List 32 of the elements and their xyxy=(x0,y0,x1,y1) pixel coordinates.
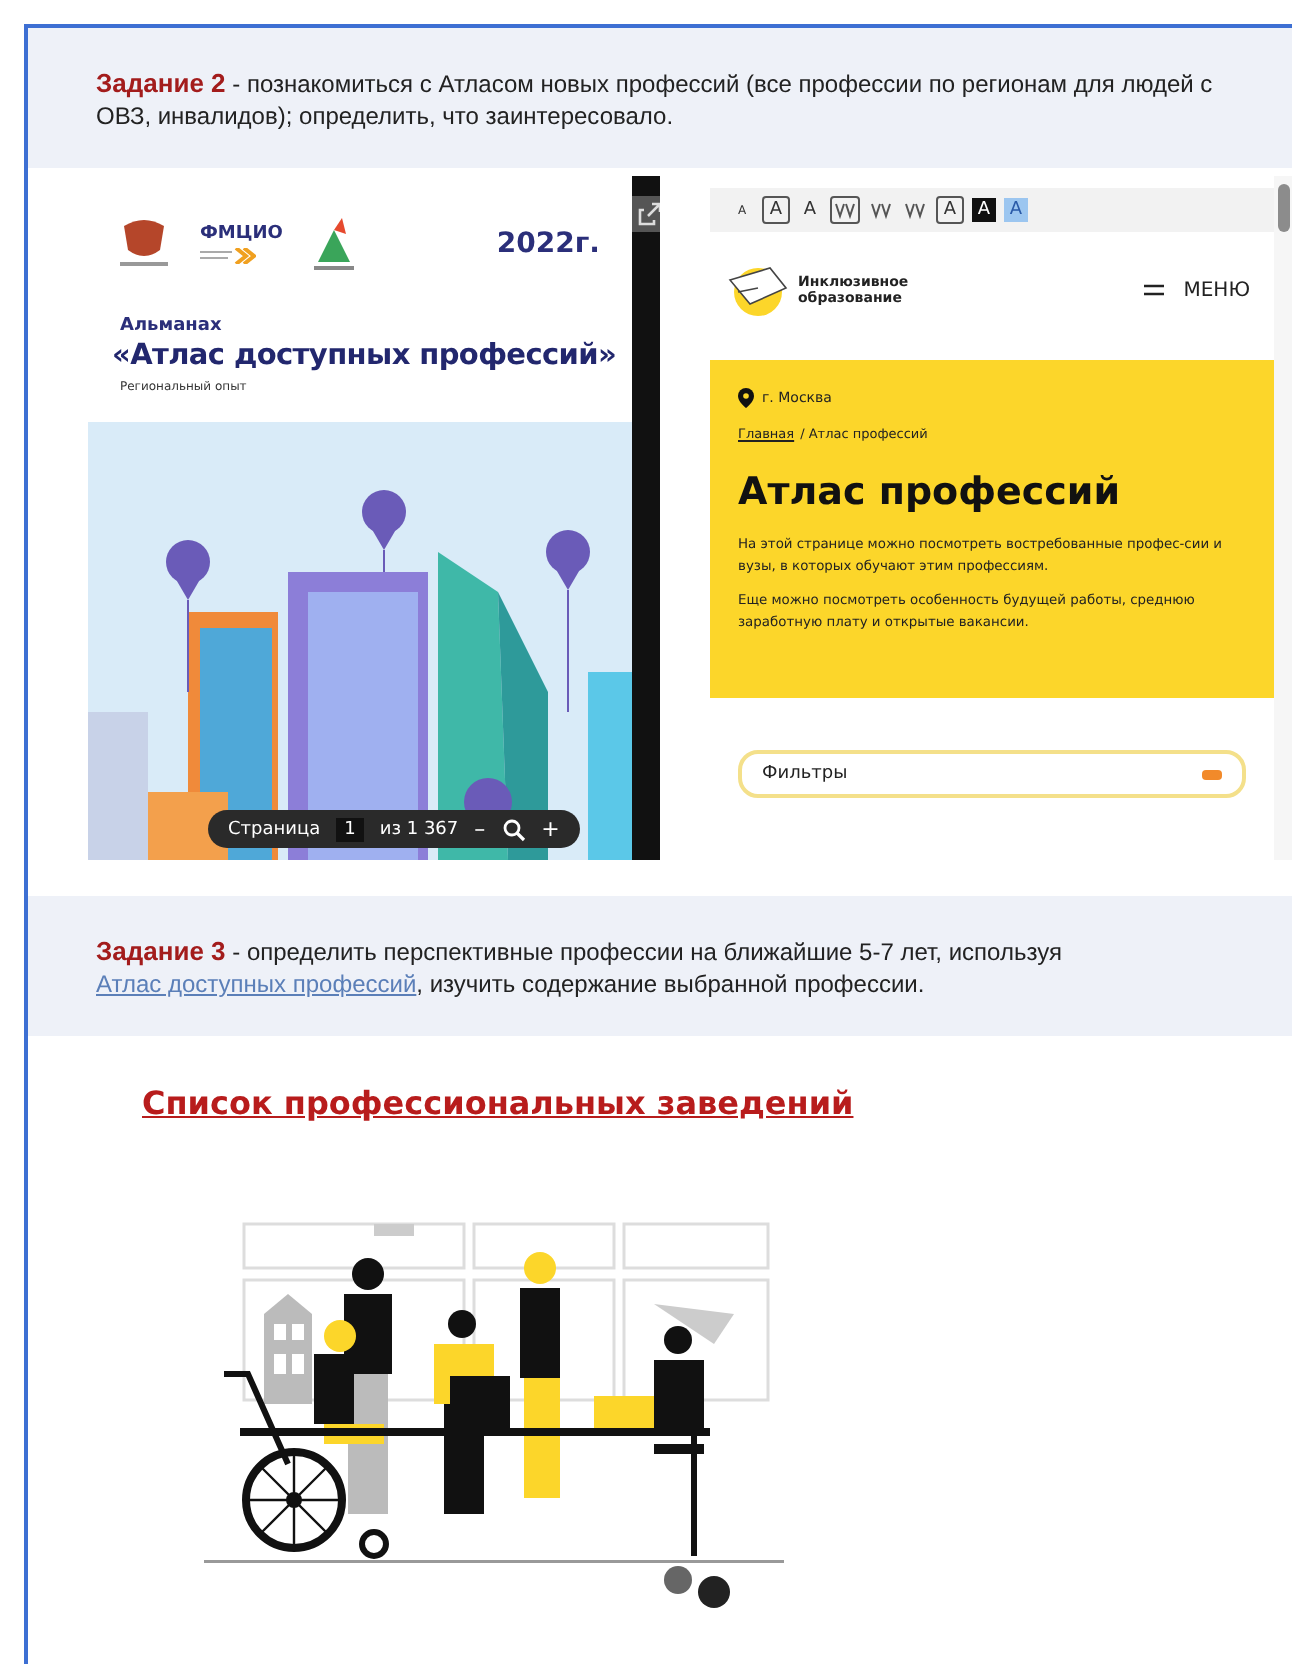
page-title: Атлас профессий xyxy=(738,470,1123,514)
font-size-button[interactable]: A xyxy=(936,196,964,224)
menu-button[interactable]: МЕНЮ xyxy=(1143,279,1250,301)
page-label: Страница xyxy=(228,819,321,839)
menu-icon xyxy=(1143,282,1164,298)
zoom-out-button[interactable]: – xyxy=(474,816,486,842)
task-text: Задание 3 - определить перспективные профессии на ближайшие 5-7 лет, используя Атлас доступных профессий, изучить содержание выбранной профессии. xyxy=(96,936,1064,1000)
chevron-logo-icon xyxy=(200,248,256,264)
font-size-button[interactable]: A xyxy=(762,196,790,224)
scrollbar-thumb[interactable] xyxy=(1277,184,1289,232)
emblem-icon xyxy=(116,218,172,270)
font-size-button[interactable]: A xyxy=(798,198,822,222)
logo-text: ФМЦИО xyxy=(200,224,283,244)
year-text: 2022г. xyxy=(496,228,600,260)
contrast-button[interactable]: A xyxy=(972,198,996,222)
letter-spacing-icon[interactable] xyxy=(868,198,894,222)
zoom-in-button[interactable]: + xyxy=(541,816,560,842)
page-total: из 1 367 xyxy=(379,819,459,839)
filters-dropdown[interactable]: Фильтры xyxy=(738,750,1246,798)
almanac-label: Альманах xyxy=(120,316,224,336)
letter-spacing-icon[interactable] xyxy=(830,196,860,224)
letter-spacing-icon[interactable] xyxy=(902,198,928,222)
zoom-icon[interactable] xyxy=(501,817,526,841)
external-link-icon xyxy=(638,202,660,226)
open-external-button[interactable] xyxy=(632,196,660,232)
task-text: Задание 2 - познакомиться с Атласом новых профессий (все профессии по регионам для людей с ОВЗ, инвалидов); определить, что заинтересовало. xyxy=(96,68,1215,132)
page-number-field[interactable]: 1 xyxy=(336,817,364,841)
institutions-list-link[interactable]: Список профессиональных заведений xyxy=(142,1084,854,1122)
almanac-title: «Атлас доступных профессий» xyxy=(112,340,619,372)
atlas-link[interactable]: Атлас доступных профессий xyxy=(96,970,417,998)
contrast-button[interactable]: A xyxy=(1004,198,1028,222)
location-pin-icon xyxy=(738,388,754,408)
